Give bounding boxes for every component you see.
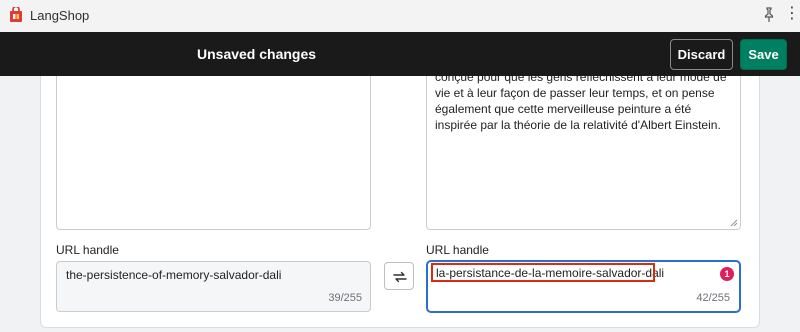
source-url-handle-field: the-persistence-of-memory-salvador-dali … xyxy=(56,261,371,312)
source-character-count: 39/255 xyxy=(328,292,362,304)
app-titlebar: LangShop ⋮ xyxy=(0,0,800,32)
pin-icon[interactable] xyxy=(762,7,776,23)
source-url-handle-value: the-persistence-of-memory-salvador-dali xyxy=(66,268,282,282)
target-url-handle-label: URL handle xyxy=(426,243,489,257)
source-url-handle-label: URL handle xyxy=(56,243,119,257)
langshop-logo-icon xyxy=(10,7,22,22)
unsaved-changes-message: Unsaved changes xyxy=(197,46,317,62)
discard-button[interactable]: Discard xyxy=(670,39,733,70)
target-description-text: conçue pour que les gens réfléchissent à… xyxy=(435,76,727,132)
save-button[interactable]: Save xyxy=(740,39,787,70)
target-character-count: 42/255 xyxy=(696,292,730,304)
contextual-save-bar: Unsaved changes Discard Save xyxy=(0,32,800,76)
app-title: LangShop xyxy=(30,8,90,23)
url-handle-highlight-box xyxy=(431,263,655,282)
source-description-textarea[interactable] xyxy=(56,76,371,230)
warning-count-badge[interactable]: 1 xyxy=(720,267,734,281)
swap-arrows-icon xyxy=(393,271,407,283)
resize-handle-icon[interactable] xyxy=(730,219,738,227)
target-description-textarea[interactable]: conçue pour que les gens réfléchissent à… xyxy=(426,76,741,230)
more-options-icon[interactable]: ⋮ xyxy=(784,6,800,22)
swap-translation-button[interactable] xyxy=(384,262,414,290)
